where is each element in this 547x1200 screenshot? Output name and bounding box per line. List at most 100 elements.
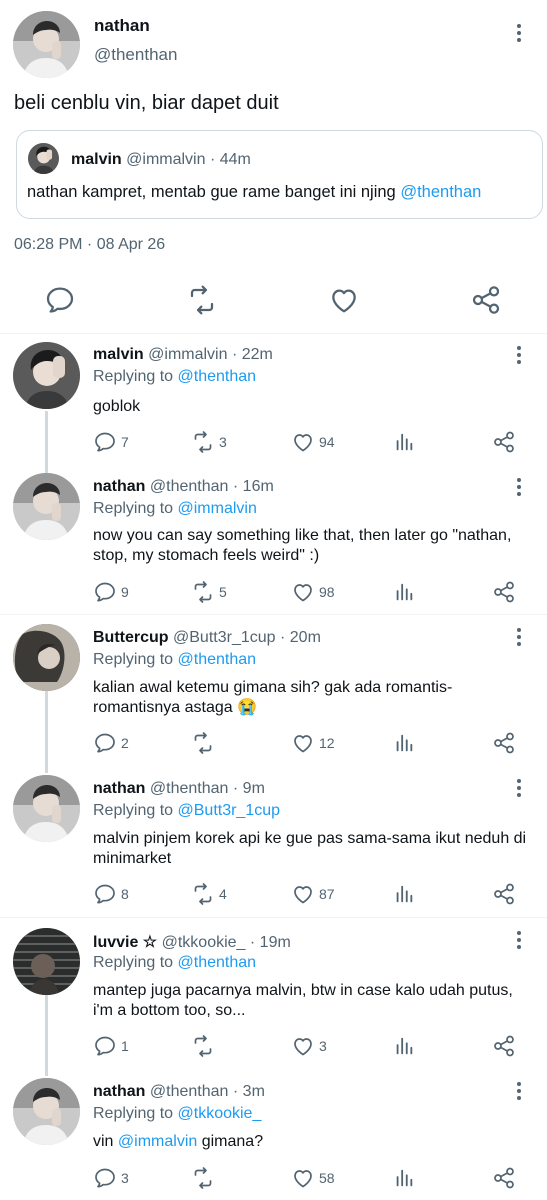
thread-line (45, 411, 48, 473)
reply-header: malvin @immalvin · 22m (93, 346, 273, 364)
retweet-action[interactable]: 4 (191, 882, 227, 906)
share-icon[interactable] (470, 284, 504, 318)
avatar[interactable] (13, 775, 80, 842)
share-icon[interactable] (492, 430, 516, 454)
reply-action[interactable]: 1 (93, 1034, 129, 1058)
replying-to: Replying to @thenthan (93, 651, 256, 669)
more-icon[interactable] (509, 23, 529, 43)
tweet-time: · 16m (232, 478, 274, 495)
share-icon[interactable] (492, 580, 516, 604)
views-icon[interactable] (393, 580, 415, 604)
mention-link[interactable]: @thenthan (178, 954, 257, 971)
more-icon[interactable] (509, 345, 529, 365)
mention-link[interactable]: @tkkookie_ (178, 1105, 262, 1122)
replying-to: Replying to @immalvin (93, 500, 257, 518)
reply-icon[interactable] (44, 284, 78, 318)
reply-tweet[interactable]: Buttercup @Butt3r_1cup · 20m Replying to… (0, 615, 547, 773)
reply-tweet[interactable]: nathan @thenthan · 16m Replying to @imma… (0, 466, 547, 614)
mention-link[interactable]: @thenthan (178, 368, 257, 385)
author-name[interactable]: luvvie ☆ (93, 934, 157, 951)
reply-action[interactable]: 3 (93, 1166, 129, 1190)
reply-action[interactable]: 9 (93, 580, 129, 604)
views-icon[interactable] (393, 430, 415, 454)
share-icon[interactable] (492, 882, 516, 906)
share-icon[interactable] (492, 1034, 516, 1058)
author-name[interactable]: nathan (94, 16, 150, 36)
replying-to-label: Replying to (93, 368, 174, 385)
like-action[interactable]: 98 (291, 580, 335, 604)
tweet-text-part: vin (93, 1133, 118, 1150)
author-name[interactable]: nathan (93, 478, 145, 495)
retweet-action[interactable] (191, 731, 219, 755)
retweet-icon (191, 1166, 215, 1190)
avatar[interactable] (13, 1078, 80, 1145)
reply-action[interactable]: 2 (93, 731, 129, 755)
more-icon[interactable] (509, 477, 529, 497)
reply-tweet[interactable]: nathan @thenthan · 9m Replying to @Butt3… (0, 766, 547, 916)
avatar[interactable] (13, 624, 80, 691)
replying-to: Replying to @Butt3r_1cup (93, 802, 280, 820)
reply-action[interactable]: 7 (93, 430, 129, 454)
tweet-actions: 1 3 (93, 1034, 523, 1058)
avatar[interactable] (13, 928, 80, 995)
author-name[interactable]: nathan (93, 1083, 145, 1100)
like-action[interactable]: 87 (291, 882, 335, 906)
reply-tweet[interactable]: luvvie ☆ @tkkookie_ · 19m Replying to @t… (0, 918, 547, 1076)
mention-link[interactable]: @Butt3r_1cup (178, 802, 281, 819)
tweet-text: beli cenblu vin, biar dapet duit (14, 92, 279, 114)
author-handle[interactable]: @thenthan (150, 780, 229, 797)
author-handle[interactable]: @tkkookie_ (162, 934, 246, 951)
like-action[interactable]: 3 (291, 1034, 327, 1058)
like-action[interactable]: 94 (291, 430, 335, 454)
more-icon[interactable] (509, 778, 529, 798)
author-handle[interactable]: @thenthan (94, 45, 177, 65)
views-icon[interactable] (393, 731, 415, 755)
heart-icon[interactable] (328, 284, 362, 318)
quoted-tweet-time: · 44m (209, 151, 251, 168)
tweet-text-part: gimana? (197, 1133, 264, 1150)
author-name[interactable]: nathan (93, 780, 145, 797)
retweet-action[interactable] (191, 1166, 219, 1190)
retweet-action[interactable]: 3 (191, 430, 227, 454)
author-name[interactable]: malvin (93, 346, 144, 363)
tweet-timestamp: 06:28 PM · 08 Apr 26 (14, 236, 166, 253)
reply-tweet[interactable]: nathan @thenthan · 3m Replying to @tkkoo… (0, 1069, 547, 1200)
avatar[interactable] (13, 342, 80, 409)
more-icon[interactable] (509, 627, 529, 647)
tweet-text: kalian awal ketemu gimana sih? gak ada r… (93, 679, 453, 716)
author-name[interactable]: Buttercup (93, 629, 169, 646)
quoted-text-body: nathan kampret, mentab gue rame banget i… (27, 183, 401, 201)
share-icon[interactable] (492, 1166, 516, 1190)
mention-link[interactable]: @thenthan (400, 183, 481, 201)
mention-link[interactable]: @immalvin (118, 1133, 197, 1150)
heart-icon (291, 882, 315, 906)
views-icon[interactable] (393, 1034, 415, 1058)
reply-tweet[interactable]: malvin @immalvin · 22m Replying to @then… (0, 335, 547, 473)
tweet-text: now you can say something like that, the… (93, 527, 512, 564)
tweet-actions (0, 284, 547, 320)
tweet-actions: 8 4 87 (93, 882, 523, 906)
share-icon[interactable] (492, 731, 516, 755)
author-handle[interactable]: @thenthan (150, 478, 229, 495)
like-action[interactable]: 12 (291, 731, 335, 755)
author-handle[interactable]: @immalvin (148, 346, 227, 363)
tweet-time: · 9m (232, 780, 265, 797)
retweet-action[interactable]: 5 (191, 580, 227, 604)
more-icon[interactable] (509, 1081, 529, 1101)
author-handle[interactable]: @thenthan (150, 1083, 229, 1100)
views-icon[interactable] (393, 882, 415, 906)
retweet-icon[interactable] (186, 284, 220, 318)
more-icon[interactable] (509, 930, 529, 950)
heart-icon (291, 1166, 315, 1190)
mention-link[interactable]: @thenthan (178, 651, 257, 668)
quoted-tweet[interactable]: malvin @immalvin · 44m nathan kampret, m… (16, 130, 543, 219)
like-action[interactable]: 58 (291, 1166, 335, 1190)
avatar[interactable] (13, 11, 80, 78)
retweet-action[interactable] (191, 1034, 219, 1058)
mention-link[interactable]: @immalvin (178, 500, 257, 517)
avatar[interactable] (13, 473, 80, 540)
reply-action[interactable]: 8 (93, 882, 129, 906)
like-count: 98 (319, 584, 335, 600)
views-icon[interactable] (393, 1166, 415, 1190)
author-handle[interactable]: @Butt3r_1cup (173, 629, 276, 646)
